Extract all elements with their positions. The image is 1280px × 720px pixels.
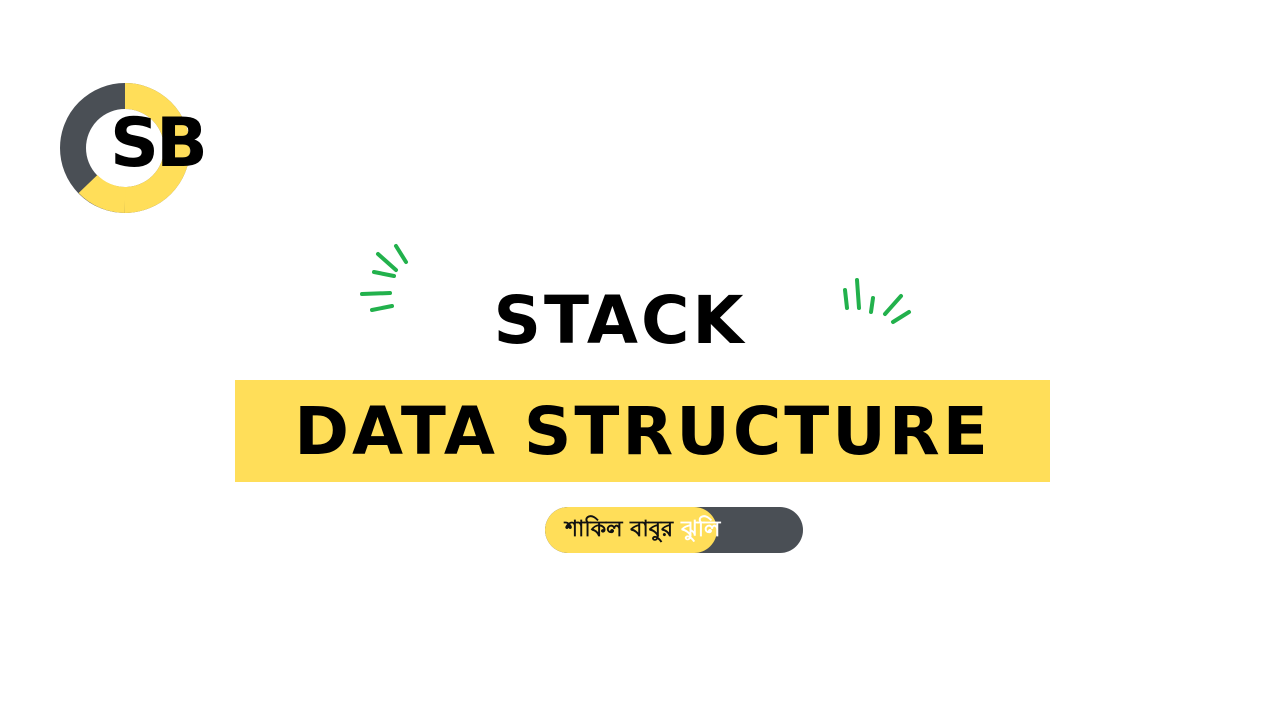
author-tag-suffix: ঝুলি [681, 516, 721, 542]
author-tag: শাকিল বাবুর ঝুলি [545, 507, 803, 553]
logo-text: SB [110, 104, 208, 183]
author-tag-name: শাকিল বাবুর [565, 516, 674, 542]
title-stack: STACK [493, 282, 747, 359]
title-data-structure: DATA STRUCTURE [294, 392, 991, 470]
sb-logo: SB [58, 80, 228, 220]
title-banner: DATA STRUCTURE [235, 380, 1050, 482]
